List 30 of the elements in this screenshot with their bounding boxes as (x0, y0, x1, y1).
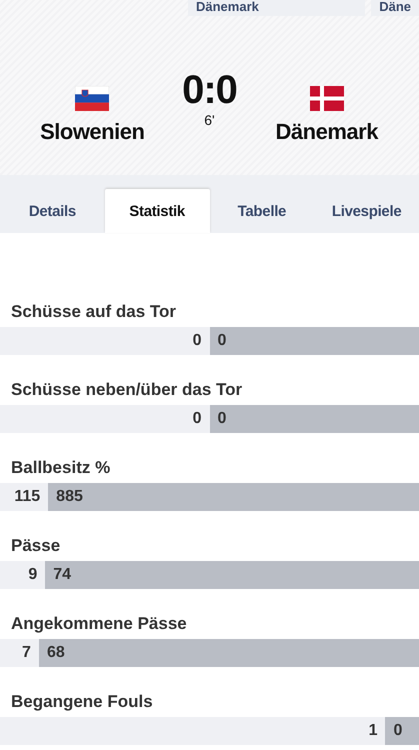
match-score: 0:0 (182, 68, 237, 112)
tab[interactable]: Tabelle (210, 189, 314, 233)
away-value: 0 (216, 410, 228, 428)
stat-label: Pässe (10, 535, 62, 557)
away-value: 68 (46, 644, 66, 662)
home-value: 0 (192, 332, 202, 350)
tab[interactable]: Details (0, 189, 105, 233)
stat-label: Ballbesitz % (10, 457, 112, 479)
team-link[interactable]: Dänemark (188, 0, 366, 16)
home-value: 1 (368, 722, 378, 740)
home-value: 9 (27, 566, 38, 584)
stat-label: Schüsse neben/über das Tor (10, 379, 244, 401)
away-value: 0 (216, 332, 228, 350)
team-name: Dänemark (276, 119, 378, 145)
away-value: 0 (392, 722, 404, 740)
stat-label: Schüsse auf das Tor (10, 301, 178, 323)
team-link[interactable]: Däne (371, 0, 419, 16)
home-value: 7 (21, 644, 32, 662)
team-name: Slowenien (40, 119, 144, 145)
home-value: 115 (13, 488, 42, 506)
slovenia-flag-icon (75, 86, 110, 111)
tab[interactable]: Livespiele (314, 189, 419, 233)
match-minute: 6' (204, 112, 215, 128)
denmark-flag-icon (310, 86, 344, 111)
stat-label: Begangene Fouls (10, 691, 154, 713)
stat-label: Angekommene Pässe (10, 613, 188, 635)
tab[interactable]: Statistik (104, 189, 210, 233)
home-value: 0 (192, 410, 202, 428)
away-value: 885 (55, 488, 84, 506)
away-value: 74 (52, 566, 72, 584)
